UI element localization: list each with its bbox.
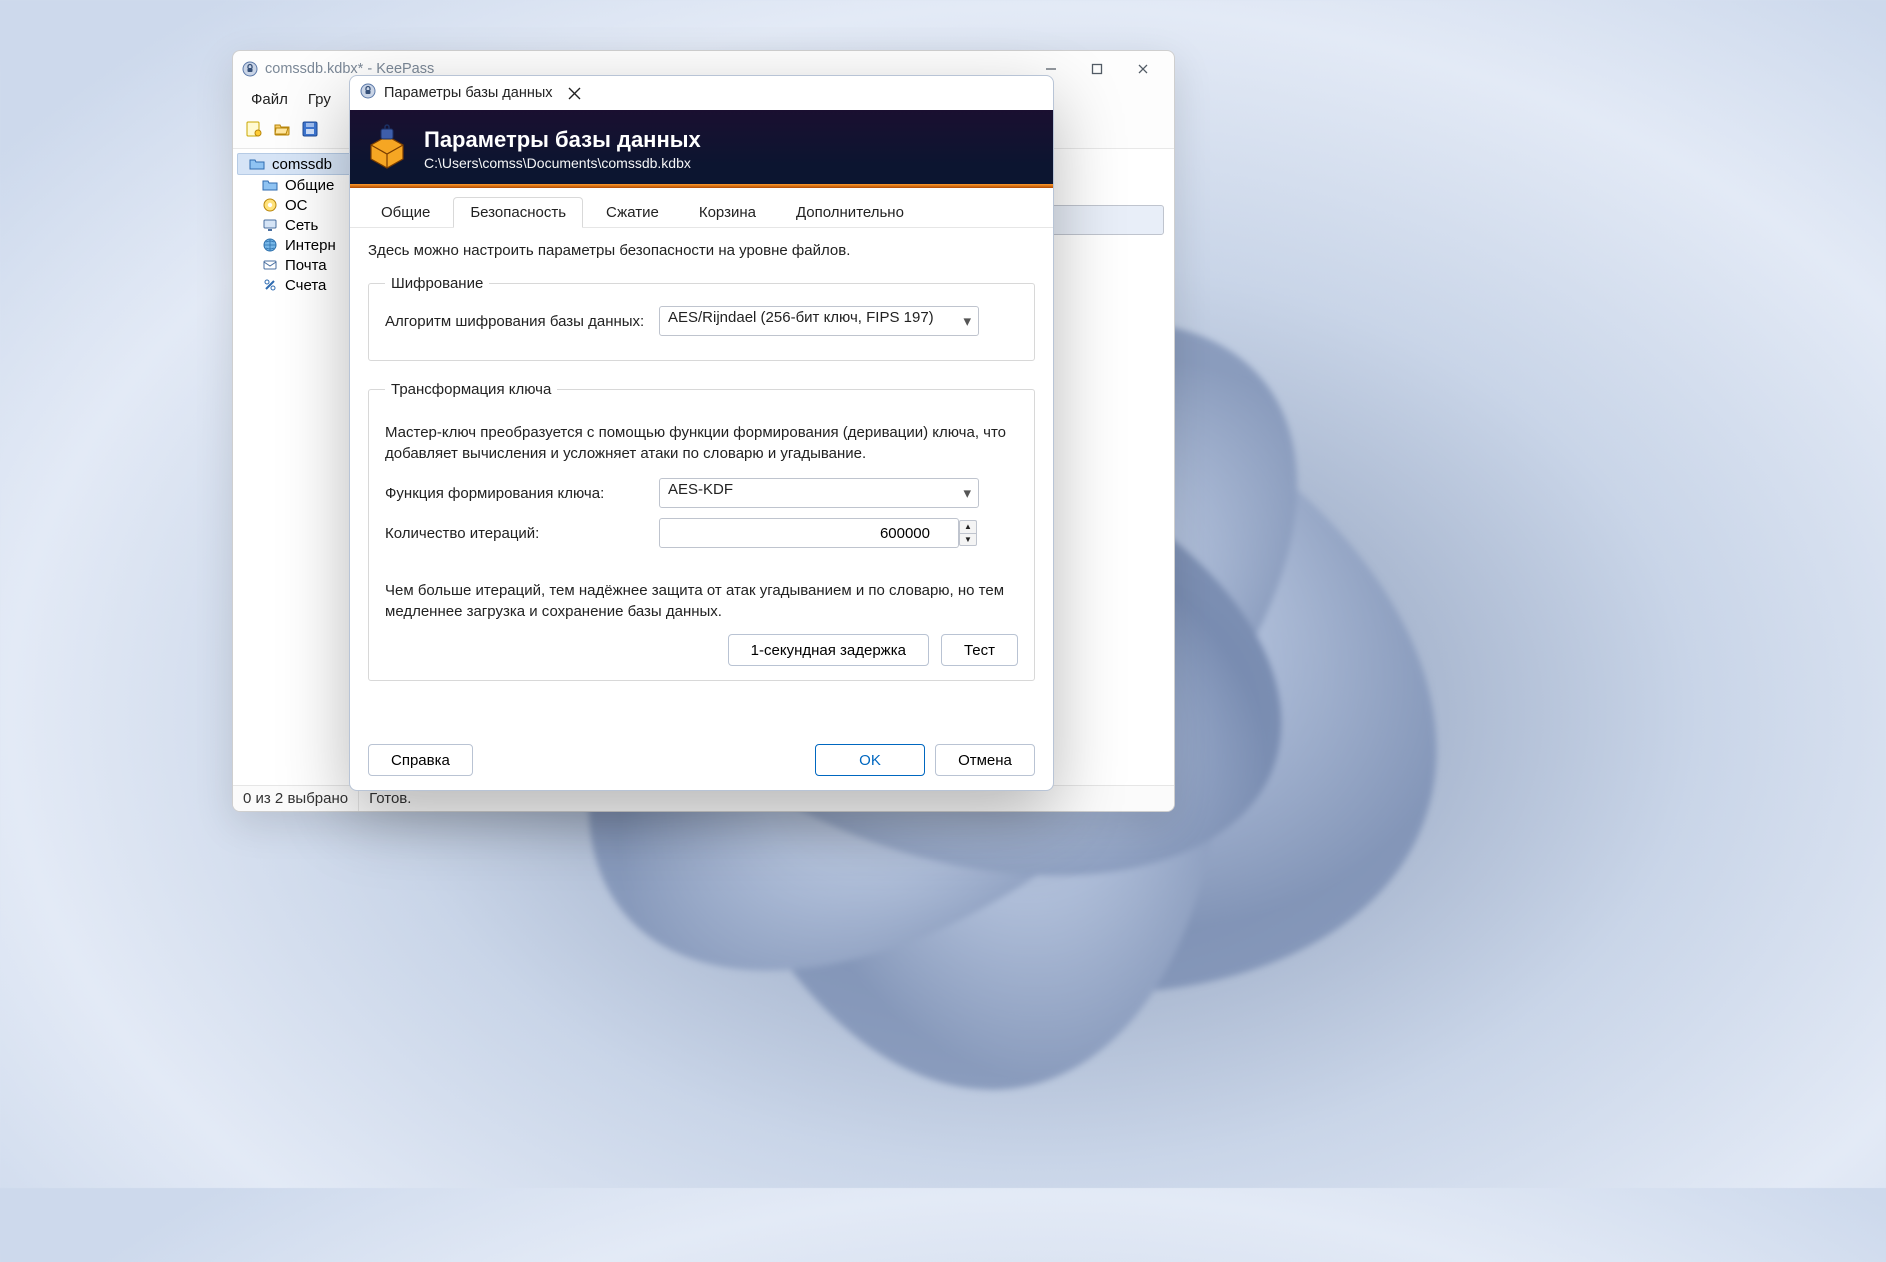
new-db-button[interactable] (241, 116, 267, 142)
encryption-legend: Шифрование (385, 275, 489, 292)
dialog-tabs: Общие Безопасность Сжатие Корзина Дополн… (350, 188, 1053, 228)
monitor-icon (261, 216, 279, 234)
settings-icon (261, 196, 279, 214)
open-db-button[interactable] (269, 116, 295, 142)
iterations-label: Количество итераций: (385, 525, 645, 542)
iterations-input[interactable] (659, 518, 959, 548)
tree-root-label: comssdb (272, 156, 332, 173)
tab-advanced[interactable]: Дополнительно (779, 197, 921, 228)
kdf-help: Мастер-ключ преобразуется с помощью функ… (385, 422, 1018, 464)
maximize-button[interactable] (1074, 54, 1120, 84)
tree-item-os[interactable]: ОС (233, 195, 362, 215)
dialog-titlebar: Параметры базы данных (350, 76, 1053, 110)
db-settings-dialog: Параметры базы данных Параметры базы дан… (349, 75, 1054, 791)
tab-security-content: Здесь можно настроить параметры безопасн… (350, 228, 1053, 734)
cancel-button[interactable]: Отмена (935, 744, 1035, 776)
percent-icon (261, 276, 279, 294)
folder-icon (261, 176, 279, 194)
lock-icon (241, 60, 259, 78)
tree-item-label: Общие (285, 177, 334, 194)
iterations-spin-up[interactable]: ▲ (959, 520, 977, 533)
tree-item-label: Почта (285, 257, 327, 274)
tree-item-general[interactable]: Общие (233, 175, 362, 195)
tree-item-accounts[interactable]: Счета (233, 275, 362, 295)
kdf-fn-select[interactable]: AES-KDF (659, 478, 979, 508)
save-db-button[interactable] (297, 116, 323, 142)
lock-icon (360, 83, 376, 103)
tree-item-label: Сеть (285, 217, 318, 234)
folder-open-icon (248, 155, 266, 173)
ok-button[interactable]: OK (815, 744, 925, 776)
group-tree: comssdb Общие ОС Сеть Интерн Почта (233, 149, 363, 785)
tree-root[interactable]: comssdb (237, 153, 358, 175)
test-button[interactable]: Тест (941, 634, 1018, 666)
dialog-close-button[interactable] (553, 78, 597, 108)
tree-item-label: Счета (285, 277, 326, 294)
menu-group-truncated[interactable]: Гру (300, 87, 339, 112)
kdf-group: Трансформация ключа Мастер-ключ преобраз… (368, 381, 1035, 681)
dialog-banner: Параметры базы данных C:\Users\comss\Doc… (350, 110, 1053, 188)
security-desc: Здесь можно настроить параметры безопасн… (368, 242, 1035, 259)
tab-compression[interactable]: Сжатие (589, 197, 676, 228)
encryption-group: Шифрование Алгоритм шифрования базы данн… (368, 275, 1035, 361)
kdf-legend: Трансформация ключа (385, 381, 557, 398)
tree-item-label: ОС (285, 197, 308, 214)
box-icon (350, 123, 424, 175)
tab-general[interactable]: Общие (364, 197, 447, 228)
dialog-window-title: Параметры базы данных (384, 85, 553, 101)
iterations-advice: Чем больше итераций, тем надёжнее защита… (385, 580, 1018, 622)
encryption-algo-select[interactable]: AES/Rijndael (256-бит ключ, FIPS 197) (659, 306, 979, 336)
tab-recyclebin[interactable]: Корзина (682, 197, 773, 228)
tree-item-label: Интерн (285, 237, 336, 254)
globe-icon (261, 236, 279, 254)
banner-title: Параметры базы данных (424, 127, 701, 153)
one-second-delay-button[interactable]: 1-секундная задержка (728, 634, 929, 666)
tree-item-mail[interactable]: Почта (233, 255, 362, 275)
close-button[interactable] (1120, 54, 1166, 84)
status-selection: 0 из 2 выбрано (233, 786, 358, 811)
tree-item-internet[interactable]: Интерн (233, 235, 362, 255)
dialog-footer: Справка OK Отмена (350, 734, 1053, 790)
help-button[interactable]: Справка (368, 744, 473, 776)
tab-security[interactable]: Безопасность (453, 197, 583, 228)
tree-item-network[interactable]: Сеть (233, 215, 362, 235)
encryption-algo-label: Алгоритм шифрования базы данных: (385, 313, 645, 330)
menu-file[interactable]: Файл (243, 87, 296, 112)
iterations-spin-down[interactable]: ▼ (959, 533, 977, 547)
kdf-fn-label: Функция формирования ключа: (385, 485, 645, 502)
mail-icon (261, 256, 279, 274)
banner-path: C:\Users\comss\Documents\comssdb.kdbx (424, 155, 701, 171)
